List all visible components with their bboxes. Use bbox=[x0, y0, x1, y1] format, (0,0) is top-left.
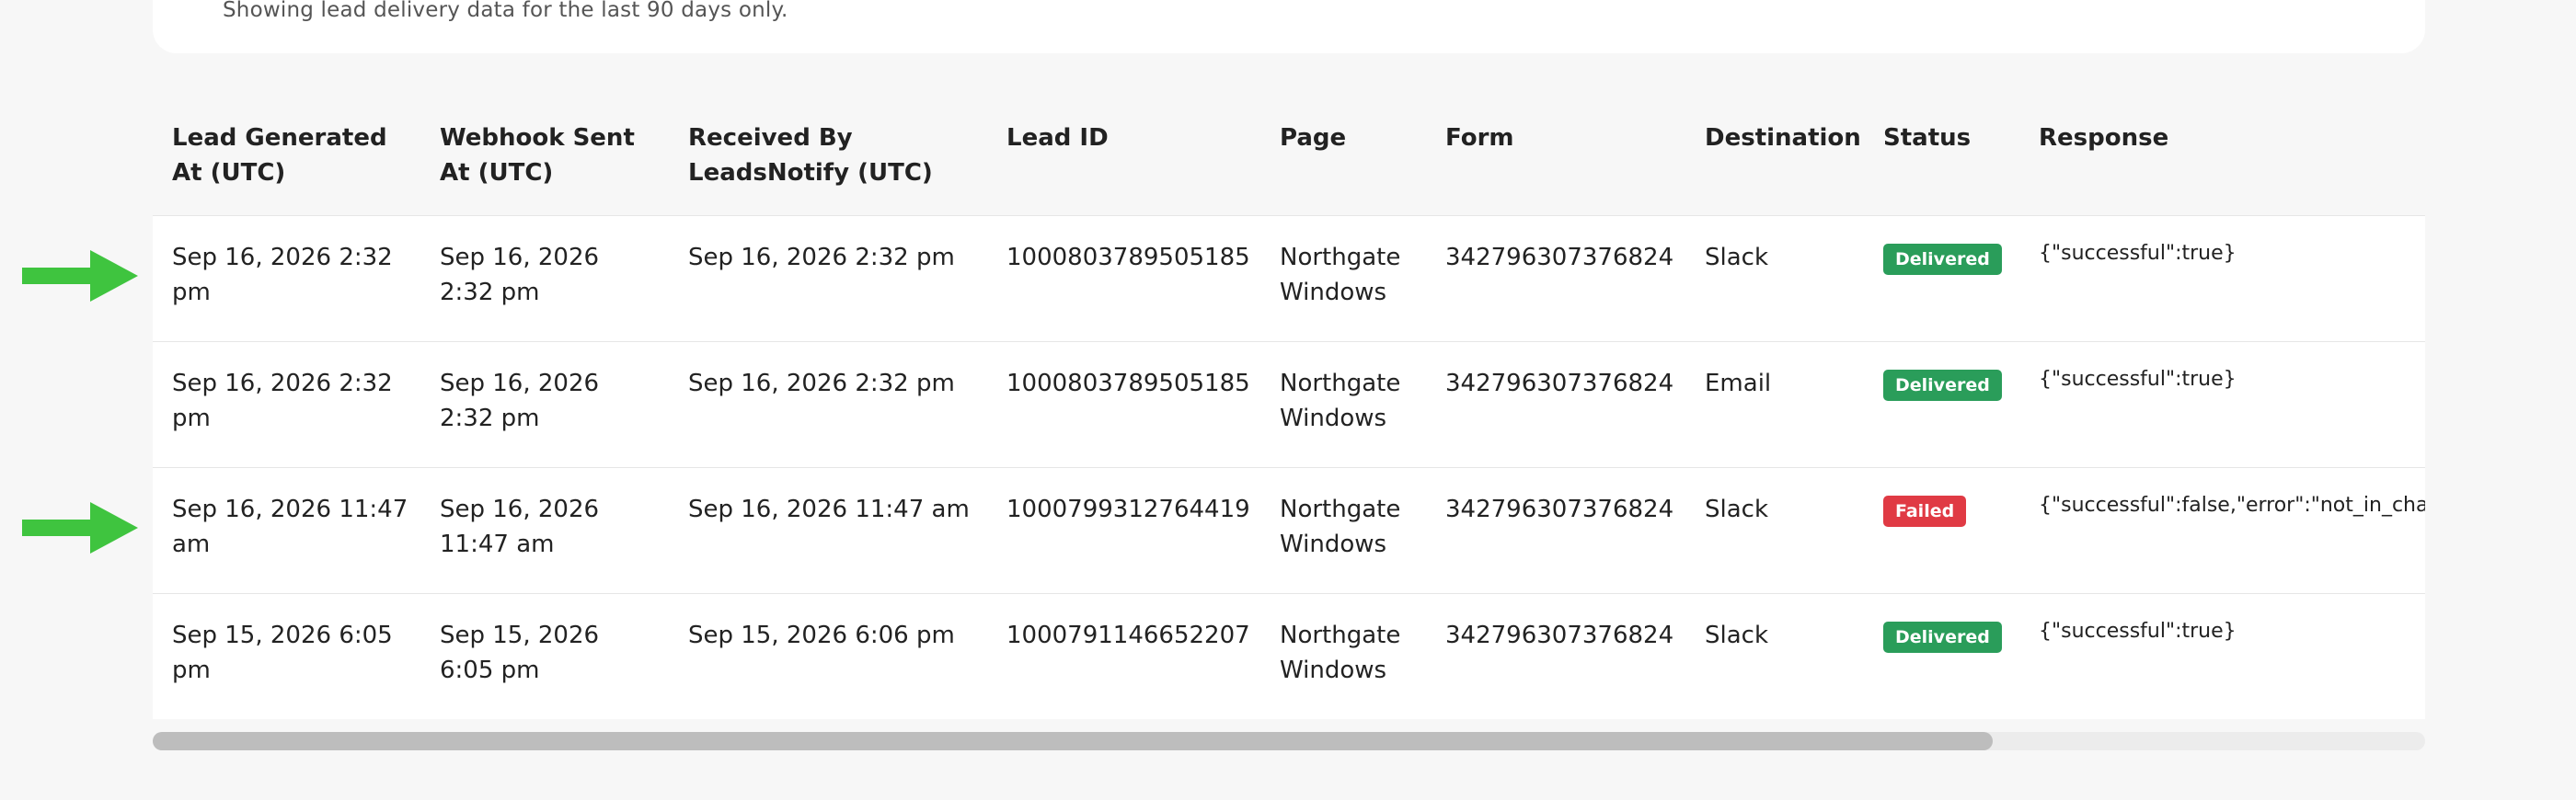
column-header-lead-id[interactable]: Lead ID bbox=[987, 96, 1260, 215]
received-at-cell: Sep 16, 2026 2:32 pm bbox=[688, 369, 955, 397]
lead-delivery-table: Lead Generated At (UTC) Webhook Sent At … bbox=[153, 96, 2425, 719]
scrollbar-thumb[interactable] bbox=[153, 732, 1993, 750]
column-header-status[interactable]: Status bbox=[1864, 96, 2019, 215]
webhook-sent-at-cell: Sep 15, 2026 6:05 pm bbox=[440, 621, 600, 684]
page-cell: Northgate Windows bbox=[1280, 243, 1401, 306]
lead-generated-at-cell: Sep 16, 2026 11:47 am bbox=[172, 495, 408, 558]
lead-generated-at-cell: Sep 15, 2026 6:05 pm bbox=[172, 621, 393, 684]
destination-cell: Email bbox=[1705, 369, 1772, 397]
arrow-right-icon bbox=[22, 502, 138, 554]
form-cell: 342796307376824 bbox=[1445, 621, 1674, 649]
form-cell: 342796307376824 bbox=[1445, 495, 1674, 523]
column-header-received-by[interactable]: Received By LeadsNotify (UTC) bbox=[669, 96, 987, 215]
status-badge: Delivered bbox=[1883, 243, 2002, 275]
table-header-row: Lead Generated At (UTC) Webhook Sent At … bbox=[153, 96, 2425, 215]
status-cell: Delivered bbox=[1864, 593, 2019, 719]
column-header-lead-generated-at[interactable]: Lead Generated At (UTC) bbox=[153, 96, 420, 215]
status-badge: Failed bbox=[1883, 495, 1967, 527]
destination-cell: Slack bbox=[1705, 621, 1769, 649]
webhook-sent-at-cell: Sep 16, 2026 2:32 pm bbox=[440, 243, 600, 306]
page-cell: Northgate Windows bbox=[1280, 621, 1401, 684]
received-at-cell: Sep 16, 2026 11:47 am bbox=[688, 495, 970, 523]
response-cell: {"successful":false,"error":"not_in_chan… bbox=[2039, 493, 2425, 517]
status-cell: Delivered bbox=[1864, 341, 2019, 467]
page-cell: Northgate Windows bbox=[1280, 369, 1401, 432]
status-badge: Delivered bbox=[1883, 621, 2002, 653]
response-cell: {"successful":true} bbox=[2039, 367, 2237, 391]
lead-delivery-table-container[interactable]: Lead Generated At (UTC) Webhook Sent At … bbox=[153, 96, 2425, 719]
destination-cell: Slack bbox=[1705, 243, 1769, 271]
response-cell: {"successful":true} bbox=[2039, 241, 2237, 265]
column-header-page[interactable]: Page bbox=[1260, 96, 1426, 215]
arrow-right-icon bbox=[22, 250, 138, 302]
column-header-webhook-sent-at[interactable]: Webhook Sent At (UTC) bbox=[420, 96, 669, 215]
received-at-cell: Sep 16, 2026 2:32 pm bbox=[688, 243, 955, 271]
status-cell: Delivered bbox=[1864, 215, 2019, 341]
info-card: Showing lead delivery data for the last … bbox=[153, 0, 2425, 53]
lead-id-cell: 1000803789505185 bbox=[1006, 243, 1250, 271]
lead-generated-at-cell: Sep 16, 2026 2:32 pm bbox=[172, 369, 393, 432]
page-cell: Northgate Windows bbox=[1280, 495, 1401, 558]
column-header-response[interactable]: Response bbox=[2019, 96, 2425, 215]
received-at-cell: Sep 15, 2026 6:06 pm bbox=[688, 621, 955, 649]
data-range-notice: Showing lead delivery data for the last … bbox=[223, 0, 788, 22]
lead-id-cell: 1000799312764419 bbox=[1006, 495, 1250, 523]
table-row[interactable]: Sep 15, 2026 6:05 pm Sep 15, 2026 6:05 p… bbox=[153, 593, 2425, 719]
lead-generated-at-cell: Sep 16, 2026 2:32 pm bbox=[172, 243, 393, 306]
status-cell: Failed bbox=[1864, 467, 2019, 593]
destination-cell: Slack bbox=[1705, 495, 1769, 523]
table-row[interactable]: Sep 16, 2026 2:32 pm Sep 16, 2026 2:32 p… bbox=[153, 341, 2425, 467]
webhook-sent-at-cell: Sep 16, 2026 2:32 pm bbox=[440, 369, 600, 432]
column-header-form[interactable]: Form bbox=[1426, 96, 1685, 215]
table-row[interactable]: Sep 16, 2026 11:47 am Sep 16, 2026 11:47… bbox=[153, 467, 2425, 593]
table-row[interactable]: Sep 16, 2026 2:32 pm Sep 16, 2026 2:32 p… bbox=[153, 215, 2425, 341]
horizontal-scrollbar[interactable] bbox=[153, 732, 2425, 750]
column-header-destination[interactable]: Destination bbox=[1685, 96, 1864, 215]
webhook-sent-at-cell: Sep 16, 2026 11:47 am bbox=[440, 495, 600, 558]
response-cell: {"successful":true} bbox=[2039, 619, 2237, 643]
status-badge: Delivered bbox=[1883, 369, 2002, 401]
form-cell: 342796307376824 bbox=[1445, 369, 1674, 397]
lead-id-cell: 1000791146652207 bbox=[1006, 621, 1250, 649]
lead-id-cell: 1000803789505185 bbox=[1006, 369, 1250, 397]
form-cell: 342796307376824 bbox=[1445, 243, 1674, 271]
